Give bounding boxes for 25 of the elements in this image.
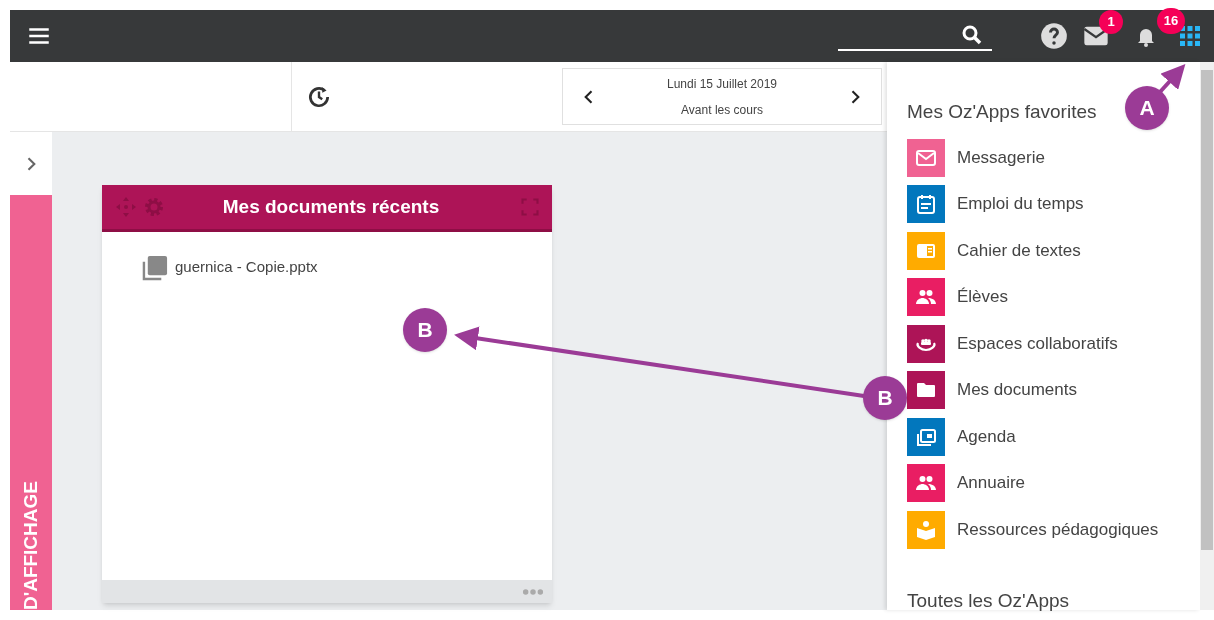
app-item[interactable]: Élèves <box>907 278 1200 316</box>
app-item[interactable]: Annuaire <box>907 464 1200 502</box>
notification-count-badge: 16 <box>1157 8 1185 34</box>
app-item[interactable]: Espaces collaboratifs <box>907 324 1200 363</box>
help-icon[interactable] <box>1040 22 1068 50</box>
all-apps-heading: Toutes les Oz'Apps <box>907 588 1070 613</box>
calendar-icon <box>914 192 938 216</box>
app-item[interactable]: Ressources pédagogiques <box>907 510 1200 549</box>
app-item[interactable]: Emploi du temps <box>907 185 1200 223</box>
app-item[interactable]: Messagerie <box>907 138 1200 177</box>
file-item[interactable]: guernica - Copie.pptx <box>142 254 552 281</box>
search-icon <box>960 23 984 47</box>
presentation-file-icon <box>142 254 169 281</box>
widget-title: Mes documents récents <box>221 194 441 219</box>
app-grid-icon[interactable] <box>1178 24 1202 48</box>
unread-count-badge: 1 <box>1099 10 1123 34</box>
date-label: Lundi 15 Juillet 2019 <box>666 75 778 93</box>
scrollbar-thumb[interactable] <box>1201 70 1213 550</box>
app-item[interactable]: Mes documents <box>907 371 1200 409</box>
app-item[interactable]: Agenda <box>907 417 1200 456</box>
app-item[interactable]: Cahier de textes <box>907 231 1200 270</box>
annotation-arrow <box>1158 64 1186 94</box>
favorites-heading: Mes Oz'Apps favorites <box>907 100 1097 124</box>
side-tab-label: D'AFFICHAGE <box>18 480 42 610</box>
period-label: Avant les cours <box>681 101 763 119</box>
